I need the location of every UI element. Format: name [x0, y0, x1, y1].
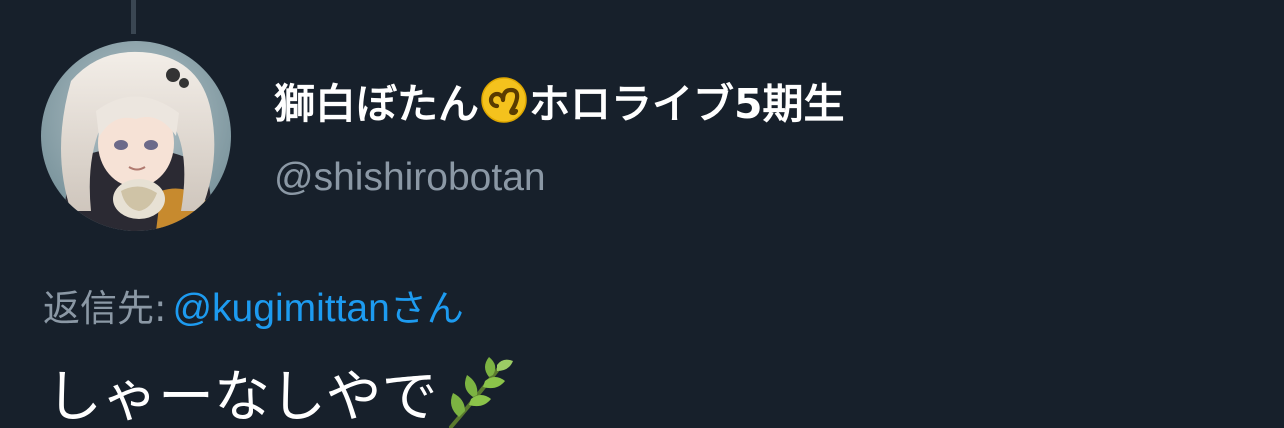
thread-connector-line [131, 0, 136, 34]
tweet-body: しゃーなしやで [46, 352, 517, 428]
author-name-main: 獅白ぼたん [274, 80, 479, 128]
reply-target-handle: @kugimittan [172, 287, 390, 330]
reply-target-suffix: さん [389, 287, 464, 330]
author-name-tail: ホロライブ5期生 [529, 80, 845, 128]
replying-to: 返信先: @kugimittanさん [43, 278, 464, 332]
reply-target-link[interactable]: @kugimittanさん [172, 278, 463, 332]
herb-icon [439, 353, 517, 428]
author-handle[interactable]: @shishirobotan [274, 156, 546, 200]
tweet-text: しゃーなしやで [46, 364, 438, 428]
replying-to-label: 返信先: [43, 287, 167, 330]
avatar-image [41, 41, 231, 231]
leo-zodiac-icon [480, 76, 528, 124]
author-display-name[interactable]: 獅白ぼたん ホロライブ5期生 [274, 70, 845, 130]
avatar[interactable] [41, 41, 231, 231]
